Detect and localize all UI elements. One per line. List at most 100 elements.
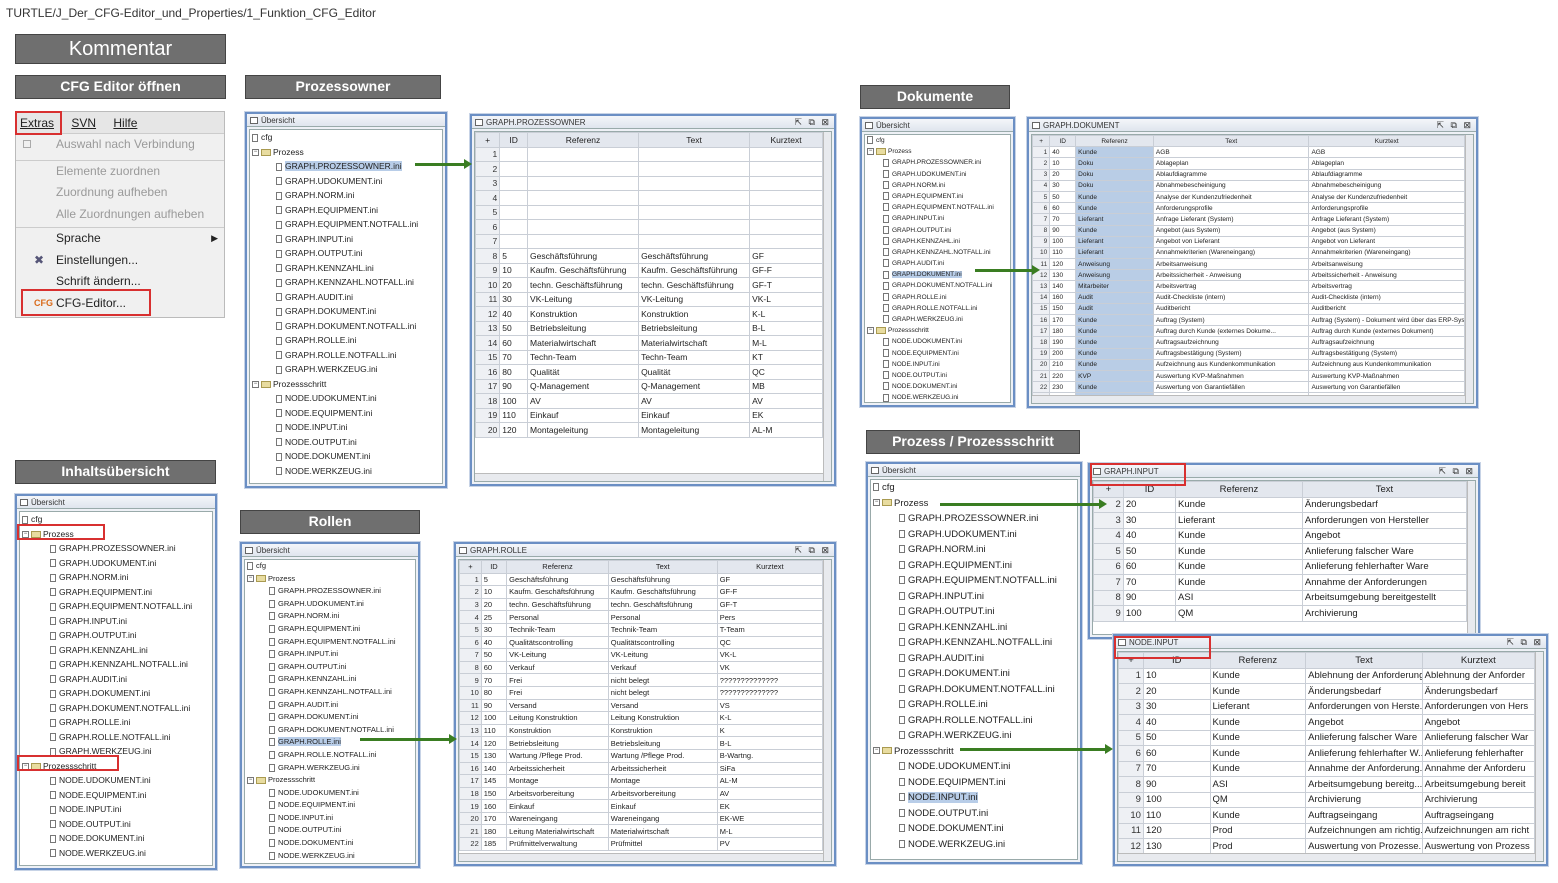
table-cell[interactable] xyxy=(638,233,751,249)
tree-item[interactable]: GRAPH.DOKUMENT.ini xyxy=(871,666,1077,682)
table-cell[interactable]: 10 xyxy=(499,262,529,278)
table-cell[interactable]: Abnahmebescheinigung xyxy=(1308,179,1465,192)
table-row[interactable]: 6 60 Kunde Anforderungsprofile Anforderungsp… xyxy=(1032,202,1465,215)
table-row[interactable]: 16 140 Arbeitssicherheit Arbeitssicherheit S… xyxy=(459,761,824,776)
table-cell[interactable]: B-L xyxy=(749,320,823,336)
table-cell[interactable]: Arbeitsanweisung xyxy=(1308,258,1465,271)
table-row[interactable]: 13 110 Konstruktion Konstruktion K xyxy=(459,723,824,738)
table-row[interactable]: 5 xyxy=(475,204,823,220)
tree-item[interactable]: GRAPH.PROZESSOWNER.ini xyxy=(245,585,415,598)
table-cell[interactable]: 30 xyxy=(480,622,508,637)
table-cell[interactable]: 110 xyxy=(480,723,508,738)
table-cell[interactable]: Montage xyxy=(607,774,718,788)
tree-item[interactable]: NODE.UDOKUMENT.ini xyxy=(20,773,212,788)
table-cell[interactable]: QC xyxy=(716,635,824,650)
table-cell[interactable]: Arbeitsanweisung xyxy=(1152,258,1310,271)
table-cell[interactable]: 40 xyxy=(499,306,529,322)
table-cell[interactable]: GF-F xyxy=(749,262,823,278)
table-row[interactable]: 18 190 Kunde Auftragsaufzeichnung Auftragsau… xyxy=(1032,336,1465,349)
tree-item[interactable]: GRAPH.KENNZAHL.ini xyxy=(245,673,415,686)
table-row[interactable]: 2 xyxy=(475,161,823,177)
table-cell[interactable]: Qualität xyxy=(527,364,640,380)
table-cell[interactable]: 40 xyxy=(1122,527,1177,544)
table-cell[interactable] xyxy=(527,161,640,177)
table-cell[interactable]: 150 xyxy=(480,786,508,801)
tree-item[interactable]: GRAPH.ROLLE.NOTFALL.ini xyxy=(20,730,212,745)
table-cell[interactable]: Frei xyxy=(506,685,609,700)
tree-item[interactable]: NODE.WERKZEUG.ini xyxy=(250,464,442,479)
table-cell[interactable]: Kaufm. Geschäftsführung xyxy=(527,262,640,278)
table-cell[interactable]: Materialwirtschaft xyxy=(527,335,640,351)
tree-item[interactable]: GRAPH.INPUT.ini xyxy=(865,213,1010,224)
table-cell[interactable]: Lieferant xyxy=(1075,213,1154,226)
table-cell[interactable]: 60 xyxy=(499,335,529,351)
table-cell[interactable]: 40 xyxy=(480,635,508,650)
tree-item[interactable]: NODE.UDOKUMENT.ini xyxy=(245,787,415,800)
table-cell[interactable]: Kunde xyxy=(1209,760,1307,777)
table-cell[interactable]: 120 xyxy=(1049,258,1077,271)
tree-item[interactable]: GRAPH.NORM.ini xyxy=(865,180,1010,191)
table-row[interactable]: 5 50 Kunde Anlieferung falscher Ware Anliefe… xyxy=(1118,729,1536,746)
tree-item[interactable]: NODE.DOKUMENT.ini xyxy=(245,837,415,850)
table-cell[interactable]: Montageleitung xyxy=(527,422,640,438)
tree-folder-prozessschritt[interactable]: − Prozessschritt xyxy=(245,774,415,787)
table-cell[interactable]: VK-L xyxy=(749,291,823,307)
table-cell[interactable]: Prüfmittel xyxy=(607,837,718,851)
table-cell[interactable]: Arbeitsvertrag xyxy=(1308,280,1465,293)
table-row[interactable]: 4 40 Kunde Angebot xyxy=(1093,527,1468,544)
table-cell[interactable]: Betriebsleitung xyxy=(607,736,718,750)
window-controls-icon[interactable]: ⇱ ⧉ ⊠ xyxy=(794,544,831,557)
table-row[interactable]: 6 60 Kunde Anlieferung fehlerhafter Ware xyxy=(1093,558,1468,575)
table-cell[interactable]: Anforderungen von Hers xyxy=(1421,698,1536,715)
table-cell[interactable]: Auswertung von Garantiefällen xyxy=(1308,381,1465,394)
table-cell[interactable]: M-L xyxy=(716,824,824,839)
table-row[interactable]: 9 100 QM Archivierung Archivierung xyxy=(1118,791,1536,808)
table-cell[interactable]: Q-Management xyxy=(527,378,640,394)
table-cell[interactable]: Kunde xyxy=(1209,729,1307,746)
table-cell[interactable] xyxy=(499,204,529,220)
tree-item[interactable]: GRAPH.WERKZEUG.ini xyxy=(865,314,1010,325)
table-cell[interactable]: Verkauf xyxy=(607,660,718,675)
tree-folder-prozess[interactable]: − Prozess xyxy=(250,145,442,160)
table-cell[interactable]: 110 xyxy=(1142,807,1211,824)
table-row[interactable]: 3 20 techn. Geschäftsführung techn. Geschäf… xyxy=(459,597,824,612)
table-cell[interactable]: K-L xyxy=(716,711,824,725)
tree-root[interactable]: cfg xyxy=(865,135,1010,146)
table-row[interactable]: 8 5 Geschäftsführung Geschäftsführung GF xyxy=(475,248,823,264)
table-cell[interactable] xyxy=(638,204,751,220)
tree-item[interactable]: GRAPH.NORM.ini xyxy=(250,188,442,203)
tree-item[interactable]: GRAPH.OUTPUT.ini xyxy=(250,246,442,261)
table-cell[interactable]: Pers xyxy=(716,610,824,624)
table-cell[interactable]: 70 xyxy=(1049,213,1077,226)
table-cell[interactable]: QM xyxy=(1175,605,1303,622)
table-cell[interactable]: Ablageplan xyxy=(1152,157,1310,170)
table-row[interactable]: 1 5 Geschäftsführung Geschäftsführung GF xyxy=(459,572,824,587)
table-cell[interactable]: Auftragseingang xyxy=(1421,807,1536,824)
table-cell[interactable]: SiFa xyxy=(716,761,824,776)
collapse-icon[interactable]: − xyxy=(247,575,254,583)
table-cell[interactable]: Geschäftsführung xyxy=(527,248,640,264)
tree-item[interactable]: GRAPH.OUTPUT.ini xyxy=(865,225,1010,236)
table-cell[interactable]: KT xyxy=(749,349,823,365)
table-cell[interactable]: Archivierung xyxy=(1421,791,1536,808)
table-row[interactable]: 6 xyxy=(475,219,823,235)
tree-item[interactable]: NODE.WERKZEUG.ini xyxy=(20,846,212,861)
tree-item[interactable]: NODE.OUTPUT.ini xyxy=(871,806,1077,822)
table-cell[interactable] xyxy=(749,219,823,235)
tree-item[interactable]: GRAPH.PROZESSOWNER.ini xyxy=(871,511,1077,527)
column-header[interactable]: Referenz xyxy=(1209,652,1307,669)
tree-item[interactable]: GRAPH.UDOKUMENT.ini xyxy=(250,174,442,189)
table-cell[interactable]: Ablehnung der Anforder xyxy=(1421,667,1536,684)
row-header-add[interactable]: + xyxy=(475,132,501,148)
tree-item[interactable]: NODE.DOKUMENT.ini xyxy=(20,831,212,846)
tree-item[interactable]: NODE.OUTPUT.ini xyxy=(865,370,1010,381)
tree-item[interactable]: GRAPH.EQUIPMENT.NOTFALL.ini xyxy=(871,573,1077,589)
table-cell[interactable] xyxy=(527,175,640,191)
table-cell[interactable]: AL-M xyxy=(716,774,824,788)
table-cell[interactable]: Konstruktion xyxy=(527,306,640,322)
table-cell[interactable]: ASI xyxy=(1209,776,1307,793)
table-cell[interactable] xyxy=(499,219,529,235)
table-cell[interactable]: Auswertung KVP-Maßnahmen xyxy=(1308,369,1465,383)
table-cell[interactable]: Kunde xyxy=(1209,683,1307,700)
table-cell[interactable]: Anforderungsprofile xyxy=(1152,202,1310,215)
